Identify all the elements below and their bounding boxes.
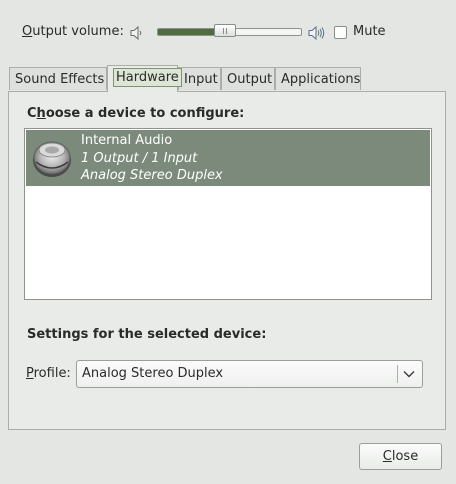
choose-heading-prefix: C <box>27 106 37 121</box>
close-button-mnemonic: C <box>382 449 392 464</box>
profile-label-text: rofile: <box>33 366 71 381</box>
tab-input[interactable]: Input <box>178 67 221 90</box>
profile-dropdown-value: Analog Stereo Duplex <box>82 366 224 381</box>
chevron-down-icon <box>403 371 415 378</box>
dropdown-divider <box>397 365 398 383</box>
tab-output-label: Output <box>227 72 273 87</box>
tab-input-label: Input <box>184 72 218 87</box>
volume-slider-knob[interactable] <box>214 24 236 37</box>
settings-heading: Settings for the selected device: <box>27 327 267 342</box>
tab-output[interactable]: Output <box>221 67 275 90</box>
mute-label[interactable]: Mute <box>353 24 386 39</box>
choose-heading-mnemonic: h <box>36 106 46 121</box>
profile-label: Profile: <box>26 366 71 381</box>
device-list[interactable]: Internal Audio 1 Output / 1 Input Analog… <box>24 128 432 300</box>
device-name: Internal Audio <box>81 133 173 148</box>
profile-dropdown[interactable]: Analog Stereo Duplex <box>76 360 423 388</box>
device-profile: Analog Stereo Duplex <box>81 168 223 183</box>
output-volume-mnemonic: O <box>22 24 33 39</box>
speaker-device-icon <box>33 141 71 177</box>
mute-checkbox[interactable] <box>334 26 347 39</box>
tab-hardware-label: Hardware <box>113 68 182 87</box>
output-volume-label: Output volume: <box>22 24 124 39</box>
profile-label-mnemonic: P <box>26 366 34 381</box>
tab-sound-effects-label: Sound Effects <box>15 72 105 87</box>
speaker-high-icon <box>308 25 325 41</box>
device-row-internal-audio[interactable]: Internal Audio 1 Output / 1 Input Analog… <box>26 130 430 186</box>
tab-sound-effects[interactable]: Sound Effects <box>9 67 107 90</box>
device-io: 1 Output / 1 Input <box>81 151 198 166</box>
speaker-low-icon <box>130 25 142 41</box>
close-button-label: lose <box>391 449 419 464</box>
output-volume-label-text: utput volume: <box>32 24 124 39</box>
tab-hardware[interactable]: Hardware <box>107 65 182 92</box>
tab-applications-label: Applications <box>281 72 361 87</box>
close-button[interactable]: Close <box>359 443 442 470</box>
tab-applications[interactable]: Applications <box>275 67 361 90</box>
choose-heading-rest: oose a device to configure: <box>45 106 245 121</box>
choose-device-heading: Choose a device to configure: <box>27 106 244 121</box>
